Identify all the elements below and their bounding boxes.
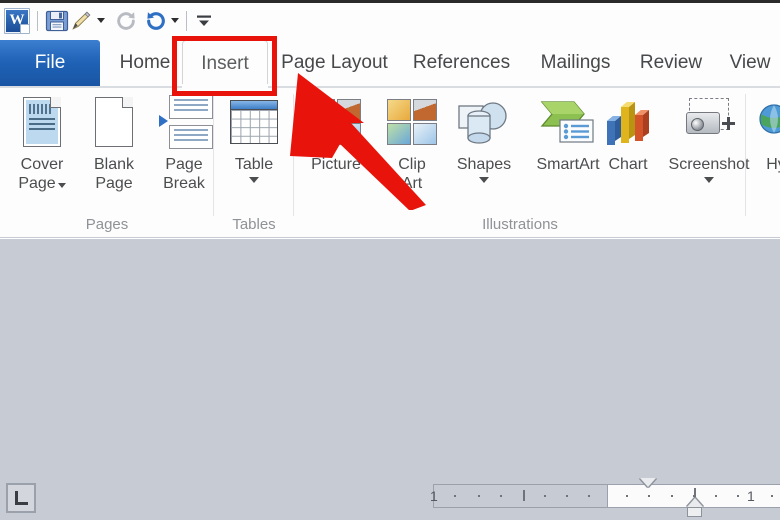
hyperlink-button[interactable]: Hy bbox=[746, 92, 780, 174]
ribbon-group-links: Hy bbox=[746, 88, 780, 238]
cover-page-label-row2: Page bbox=[18, 174, 66, 193]
ribbon-group-label-illustrations: Illustrations bbox=[482, 216, 558, 233]
redo-icon bbox=[117, 11, 135, 30]
hyperlink-label: Hy bbox=[766, 156, 780, 173]
customize-qat-button[interactable] bbox=[194, 11, 214, 31]
touch-mouse-mode-button[interactable] bbox=[69, 10, 93, 32]
horizontal-ruler[interactable]: 1 1 bbox=[413, 478, 780, 517]
cover-page-body-lines bbox=[29, 118, 55, 133]
customize-qat-icon bbox=[197, 15, 211, 26]
shapes-icon bbox=[458, 102, 507, 144]
ruler-number-right: 1 bbox=[747, 488, 755, 504]
page-break-icon-box bbox=[155, 92, 213, 152]
tab-review[interactable]: Review bbox=[630, 40, 712, 86]
first-line-indent-marker[interactable] bbox=[640, 478, 656, 487]
pen-icon bbox=[72, 11, 91, 30]
page-break-top-page bbox=[169, 95, 213, 119]
smartart-icon-box bbox=[540, 92, 596, 152]
ribbon-group-label-pages: Pages bbox=[85, 216, 129, 233]
undo-button[interactable] bbox=[145, 10, 167, 32]
blank-page-fold bbox=[122, 97, 133, 108]
ruler-left-margin bbox=[433, 484, 608, 508]
ribbon-group-pages: Cover Page Blank Page Page Break Pages bbox=[0, 88, 214, 238]
word-logo-icon: W bbox=[4, 7, 30, 34]
document-workspace: 1 1 bbox=[0, 239, 780, 520]
save-icon bbox=[45, 10, 69, 31]
cover-page-label-line2: Page bbox=[18, 175, 56, 192]
cover-page-fold bbox=[50, 97, 61, 108]
left-tab-stop-icon bbox=[14, 491, 28, 505]
chart-icon bbox=[607, 102, 649, 145]
screenshot-label: Screenshot bbox=[668, 156, 750, 173]
page-break-arrow-icon bbox=[159, 115, 168, 127]
blank-page-icon-box bbox=[95, 92, 133, 152]
word-logo-button[interactable]: W bbox=[0, 7, 30, 34]
shapes-icon-box bbox=[457, 92, 511, 152]
qat-separator-2 bbox=[186, 10, 187, 31]
chart-icon-box bbox=[601, 92, 655, 152]
tab-stop-selector[interactable] bbox=[6, 483, 36, 513]
page-break-label-line2: Break bbox=[163, 175, 205, 192]
shapes-chevron-down-icon[interactable] bbox=[479, 177, 489, 183]
tab-home[interactable]: Home bbox=[110, 40, 180, 86]
cover-page-icon bbox=[23, 97, 61, 147]
cover-page-chevron-down-icon[interactable] bbox=[57, 182, 66, 188]
touch-mode-chevron-down-icon[interactable] bbox=[97, 18, 105, 23]
tab-file[interactable]: File bbox=[0, 40, 100, 86]
screenshot-camera-lens bbox=[691, 118, 704, 131]
screenshot-icon-box bbox=[682, 92, 736, 152]
left-indent-marker[interactable] bbox=[687, 507, 702, 517]
save-button[interactable] bbox=[45, 9, 69, 33]
blank-page-button[interactable]: Blank Page bbox=[76, 92, 152, 193]
screenshot-icon bbox=[682, 98, 736, 146]
hyperlink-icon-box bbox=[756, 92, 780, 152]
undo-icon bbox=[147, 11, 165, 30]
word-logo-fold bbox=[20, 23, 29, 33]
blank-page-label-line2: Page bbox=[95, 175, 133, 192]
cover-page-label-line1: Cover bbox=[20, 156, 64, 173]
page-break-icon bbox=[155, 95, 213, 149]
page-break-button[interactable]: Page Break bbox=[146, 92, 222, 193]
ribbon-group-label-tables: Tables bbox=[232, 216, 276, 233]
cover-page-icon-box bbox=[23, 92, 61, 152]
quick-access-toolbar: W bbox=[0, 3, 780, 38]
smartart-icon bbox=[540, 101, 594, 143]
shapes-label: Shapes bbox=[456, 156, 512, 173]
hyperlink-icon bbox=[759, 104, 780, 134]
screenshot-chevron-down-icon[interactable] bbox=[704, 177, 714, 183]
table-chevron-down-icon[interactable] bbox=[249, 177, 259, 183]
hanging-indent-marker[interactable] bbox=[687, 498, 703, 507]
shapes-button[interactable]: Shapes bbox=[446, 92, 522, 183]
repeat-button[interactable] bbox=[115, 10, 137, 32]
insert-tab-highlight-box bbox=[172, 36, 277, 96]
cover-page-button[interactable]: Cover Page bbox=[4, 92, 80, 193]
undo-chevron-down-icon[interactable] bbox=[171, 18, 179, 23]
chart-label: Chart bbox=[608, 156, 648, 173]
qat-separator-1 bbox=[37, 10, 38, 31]
tab-view[interactable]: View bbox=[720, 40, 780, 86]
page-break-bottom-page bbox=[169, 125, 213, 149]
page-break-label-line1: Page bbox=[165, 156, 203, 173]
blank-page-icon bbox=[95, 97, 133, 147]
word-application-window: W File Home Insert Page Layout Reference… bbox=[0, 0, 780, 520]
screenshot-plus-icon bbox=[722, 117, 735, 130]
ruler-number-left: 1 bbox=[430, 488, 438, 504]
blank-page-label-line1: Blank bbox=[93, 156, 135, 173]
tab-mailings[interactable]: Mailings bbox=[528, 40, 623, 86]
instruction-arrow-icon bbox=[290, 73, 426, 210]
